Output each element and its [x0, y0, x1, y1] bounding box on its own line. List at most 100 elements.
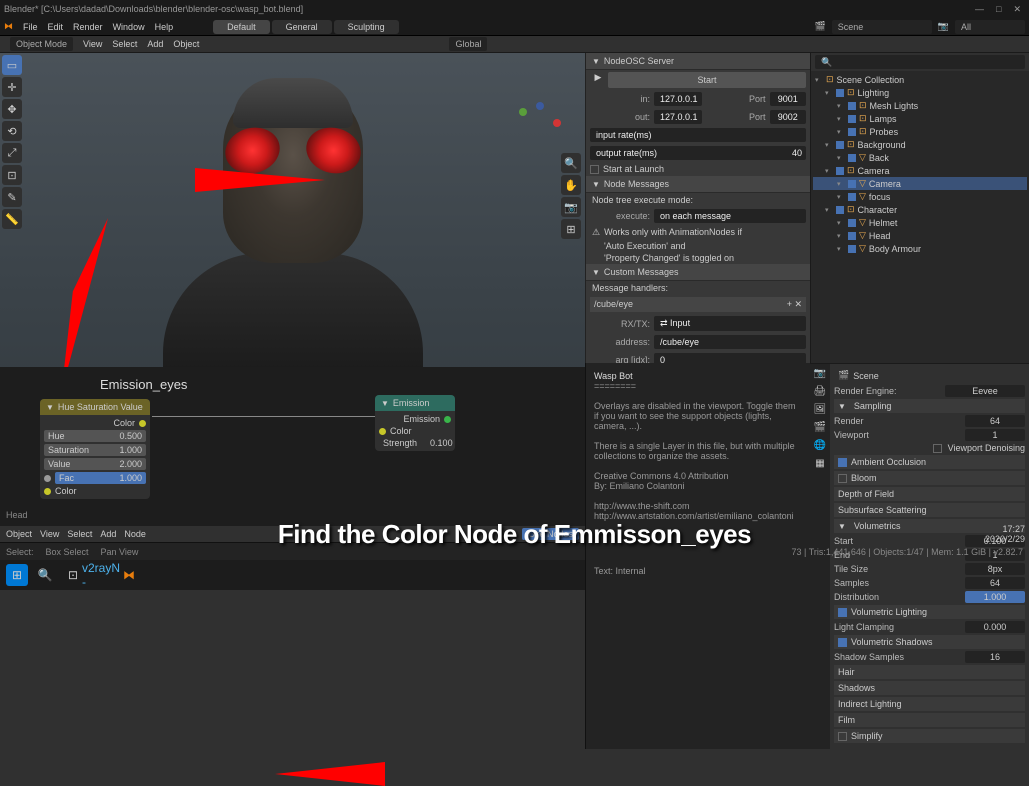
output-socket-color[interactable]: [139, 420, 146, 427]
prop-tab-view[interactable]: 🖼: [810, 400, 830, 418]
rxtx-field[interactable]: ⇄ Input: [654, 316, 806, 331]
menu-file[interactable]: File: [23, 22, 38, 32]
start-launch-checkbox[interactable]: [590, 165, 599, 174]
prop-tab-object[interactable]: ▦: [810, 454, 830, 472]
outliner-item[interactable]: ▾▽ Camera: [813, 177, 1027, 190]
outliner-item[interactable]: ▾▽ Back: [813, 151, 1027, 164]
node-header-select[interactable]: Select: [67, 529, 92, 539]
in-ip-field[interactable]: 127.0.0.1: [654, 92, 702, 106]
outliner-item[interactable]: ▾⊡ Character: [813, 203, 1027, 216]
menu-help[interactable]: Help: [155, 22, 174, 32]
blender-icon[interactable]: ⧓: [4, 21, 13, 32]
viewlayer-selector[interactable]: [955, 20, 1025, 34]
nav-gizmo[interactable]: [515, 98, 565, 148]
section-shadows[interactable]: Shadows: [834, 681, 1025, 695]
workspace-tab-general[interactable]: General: [272, 20, 332, 34]
header-object[interactable]: Object: [173, 39, 199, 49]
workspace-tab-sculpting[interactable]: Sculpting: [334, 20, 399, 34]
node-hue-saturation[interactable]: ▼Hue Saturation Value Color Hue0.500 Sat…: [40, 399, 150, 499]
panel-header-nodemsg[interactable]: ▼Node Messages: [586, 176, 810, 193]
prop-tab-scene[interactable]: 🎬: [810, 418, 830, 436]
prop-tab-output[interactable]: 🖨: [810, 382, 830, 400]
render-engine-select[interactable]: Eevee: [945, 385, 1025, 397]
system-clock[interactable]: 17:27 2020/2/29: [985, 524, 1025, 544]
outliner-item[interactable]: ▾▽ focus: [813, 190, 1027, 203]
input-socket-color[interactable]: [44, 488, 51, 495]
node-emission[interactable]: ▼Emission Emission Color Strength 0.100: [375, 395, 455, 451]
outliner-item[interactable]: ▾▽ Helmet: [813, 216, 1027, 229]
section-indirect[interactable]: Indirect Lighting: [834, 697, 1025, 711]
slider-value[interactable]: Value2.000: [44, 458, 146, 470]
blender-taskbar-icon[interactable]: ⧓: [118, 564, 140, 586]
menu-window[interactable]: Window: [113, 22, 145, 32]
node-header[interactable]: ▼Hue Saturation Value: [40, 399, 150, 415]
section-dof[interactable]: Depth of Field: [834, 487, 1025, 501]
section-sss[interactable]: Subsurface Scattering: [834, 503, 1025, 517]
node-header[interactable]: ▼Emission: [375, 395, 455, 411]
outliner-item[interactable]: ▾▽ Head: [813, 229, 1027, 242]
slider-saturation[interactable]: Saturation1.000: [44, 444, 146, 456]
input-socket-color[interactable]: [379, 428, 386, 435]
menu-edit[interactable]: Edit: [48, 22, 64, 32]
node-editor[interactable]: Emission_eyes ▼Hue Saturation Value Colo…: [0, 367, 585, 542]
outliner-item[interactable]: ▾⊡ Probes: [813, 125, 1027, 138]
outliner-item[interactable]: ▾⊡ Background: [813, 138, 1027, 151]
section-film[interactable]: Film: [834, 713, 1025, 727]
section-vol-shadow[interactable]: Volumetric Shadows: [834, 635, 1025, 649]
input-socket-fac[interactable]: [44, 475, 51, 482]
in-port-field[interactable]: 9001: [770, 92, 806, 106]
close-button[interactable]: ✕: [1013, 4, 1021, 15]
prop-tab-world[interactable]: 🌐: [810, 436, 830, 454]
menu-render[interactable]: Render: [73, 22, 103, 32]
vol-dist[interactable]: 1.000: [965, 591, 1025, 603]
render-samples[interactable]: 64: [965, 415, 1025, 427]
outliner-item[interactable]: ▾⊡ Lighting: [813, 86, 1027, 99]
v2rayn-icon[interactable]: v2rayN -: [90, 564, 112, 586]
node-header-view[interactable]: View: [40, 529, 59, 539]
outliner-item[interactable]: ▾⊡ Camera: [813, 164, 1027, 177]
handler-item[interactable]: /cube/eye+ ✕: [590, 297, 806, 312]
outliner-item[interactable]: ▾⊡ Mesh Lights: [813, 99, 1027, 112]
section-simplify[interactable]: Simplify: [834, 729, 1025, 743]
out-ip-field[interactable]: 127.0.0.1: [654, 110, 702, 124]
out-port-field[interactable]: 9002: [770, 110, 806, 124]
light-clamp[interactable]: 0.000: [965, 621, 1025, 633]
play-icon[interactable]: ▶: [590, 72, 606, 88]
text-editor[interactable]: Wasp Bot ======== Overlays are disabled …: [585, 363, 810, 749]
scene-selector[interactable]: [832, 20, 932, 34]
workspace-tab-default[interactable]: Default: [213, 20, 270, 34]
panel-header-server[interactable]: ▼NodeOSC Server: [586, 53, 810, 70]
prop-tab-render[interactable]: 📷: [810, 364, 830, 382]
zoom-icon[interactable]: 🔍: [561, 153, 581, 173]
maximize-button[interactable]: □: [996, 4, 1001, 15]
node-link[interactable]: [152, 416, 375, 417]
section-vol-light[interactable]: Volumetric Lighting: [834, 605, 1025, 619]
slider-fac[interactable]: Fac1.000: [55, 472, 146, 484]
address-field[interactable]: /cube/eye: [654, 335, 806, 349]
arg-field[interactable]: 0: [654, 353, 806, 363]
slider-hue[interactable]: Hue0.500: [44, 430, 146, 442]
search-icon[interactable]: 🔍: [34, 564, 56, 586]
minimize-button[interactable]: —: [975, 4, 984, 15]
node-header-add[interactable]: Add: [100, 529, 116, 539]
header-view[interactable]: View: [83, 39, 102, 49]
mode-selector[interactable]: Object Mode: [10, 37, 73, 51]
node-header-node[interactable]: Node: [124, 529, 146, 539]
start-button[interactable]: Start: [608, 72, 806, 88]
header-select[interactable]: Select: [112, 39, 137, 49]
shadow-samples[interactable]: 16: [965, 651, 1025, 663]
execute-mode[interactable]: on each message: [654, 209, 806, 223]
transform-orientation[interactable]: Global: [449, 37, 487, 51]
header-add[interactable]: Add: [147, 39, 163, 49]
node-header-object[interactable]: Object: [6, 529, 32, 539]
outliner-item[interactable]: ▾⊡ Lamps: [813, 112, 1027, 125]
taskview-icon[interactable]: ⊡: [62, 564, 84, 586]
section-sampling[interactable]: ▼Sampling: [834, 399, 1025, 413]
outliner-item[interactable]: ▾▽ Body Armour: [813, 242, 1027, 255]
output-socket-emission[interactable]: [444, 416, 451, 423]
section-bloom[interactable]: Bloom: [834, 471, 1025, 485]
vol-samples[interactable]: 64: [965, 577, 1025, 589]
input-rate-field[interactable]: input rate(ms): [590, 128, 806, 142]
perspective-icon[interactable]: ⊞: [561, 219, 581, 239]
outliner-search[interactable]: [815, 55, 1025, 69]
